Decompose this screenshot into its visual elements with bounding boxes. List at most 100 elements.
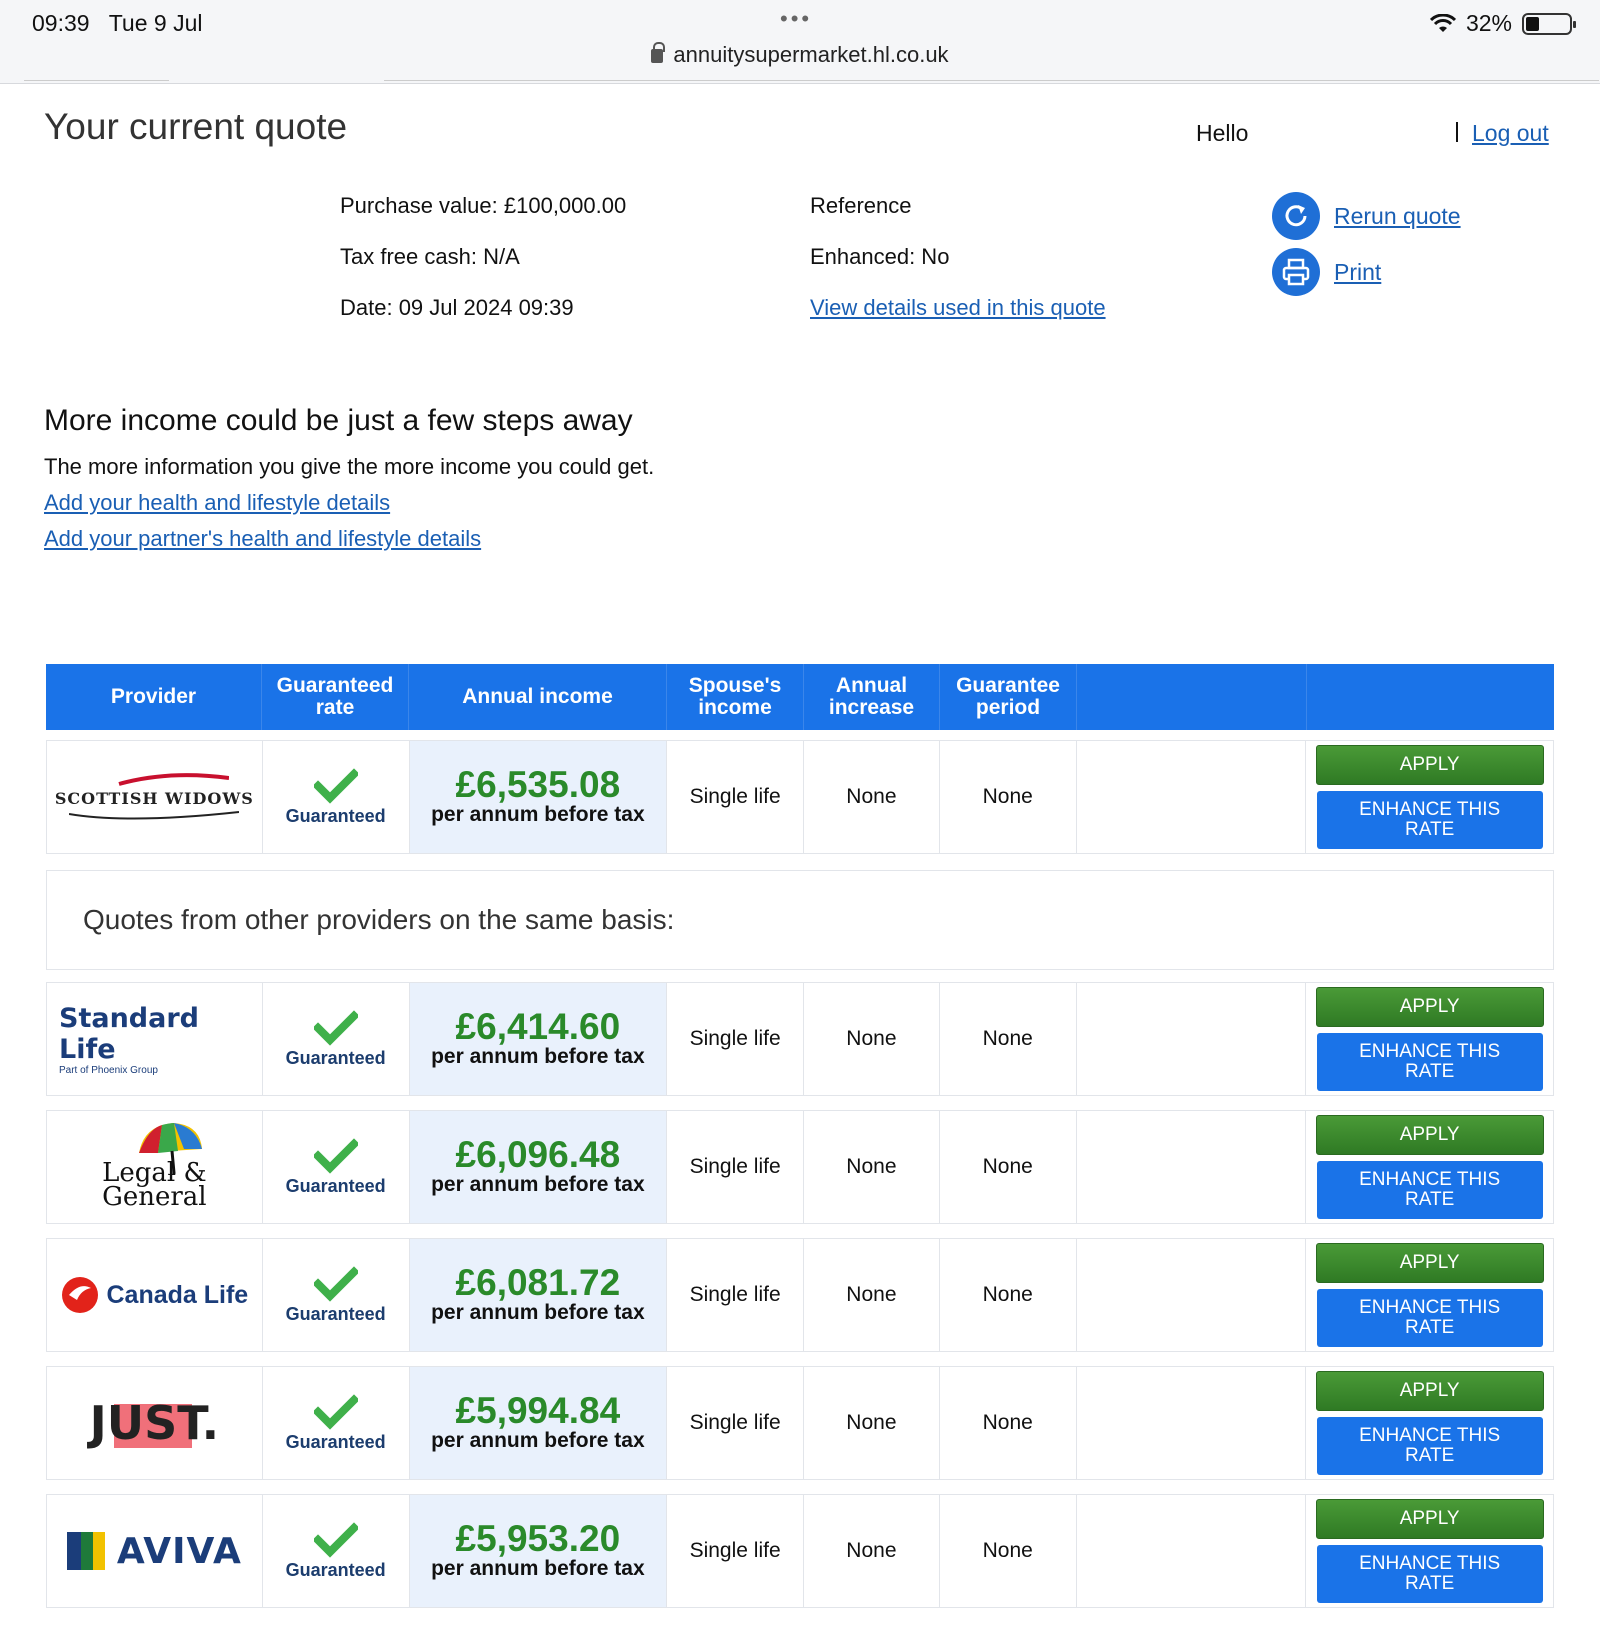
annual-income-amount: £6,535.08: [455, 764, 621, 805]
annual-income-amount: £6,081.72: [455, 1262, 621, 1303]
blank-cell: [1077, 1495, 1307, 1607]
per-annum-label: per annum before tax: [431, 1173, 645, 1196]
apply-button[interactable]: APPLY: [1315, 1115, 1544, 1155]
guarantee-period-cell: None: [940, 741, 1077, 853]
provider-cell: AVIVA: [47, 1495, 263, 1607]
logout-link[interactable]: Log out: [1472, 120, 1549, 147]
enhanced-status: Enhanced: No: [810, 244, 950, 269]
status-indicators: 32%: [1429, 10, 1576, 37]
rerun-quote-link[interactable]: Rerun quote: [1334, 203, 1461, 230]
header-annual-income: Annual income: [409, 664, 667, 730]
enhance-rate-button[interactable]: ENHANCE THIS RATE: [1316, 1545, 1543, 1603]
reference: Reference: [810, 193, 912, 218]
per-annum-label: per annum before tax: [431, 803, 645, 826]
quotes-table-header: Provider Guaranteed rate Annual income S…: [46, 664, 1554, 730]
guaranteed-cell: Guaranteed: [263, 1239, 410, 1351]
guaranteed-label: Guaranteed: [285, 1559, 386, 1580]
provider-subtitle: Part of Phoenix Group: [59, 1064, 158, 1076]
header-guarantee-period: Guarantee period: [940, 664, 1077, 730]
status-time: 09:39 Tue 9 Jul: [32, 10, 203, 36]
provider-name: JUST.: [89, 1396, 220, 1450]
standard-life-logo: Standard Life Part of Phoenix Group: [47, 983, 262, 1095]
other-providers-heading: Quotes from other providers on the same …: [46, 870, 1554, 970]
header-annual-increase: Annual increase: [804, 664, 940, 730]
tab-strip: [24, 80, 1599, 86]
url-bar[interactable]: annuitysupermarket.hl.co.uk: [0, 42, 1600, 68]
purchase-value: Purchase value: £100,000.00: [340, 193, 627, 218]
actions-cell: APPLY ENHANCE THIS RATE: [1306, 983, 1553, 1095]
promo-text: The more information you give the more i…: [44, 454, 655, 479]
print-action[interactable]: Print: [1272, 248, 1381, 296]
apply-button[interactable]: APPLY: [1315, 745, 1544, 785]
guaranteed-label: Guaranteed: [285, 1047, 386, 1068]
spouse-income-cell: Single life: [667, 1111, 804, 1223]
enhance-rate-button[interactable]: ENHANCE THIS RATE: [1316, 1033, 1543, 1091]
blank-cell: [1077, 1239, 1307, 1351]
view-details-link[interactable]: View details used in this quote: [810, 295, 1106, 320]
refresh-icon: [1272, 192, 1320, 240]
provider-cell: JUST.: [47, 1367, 263, 1479]
blank-cell: [1077, 1367, 1307, 1479]
blank-cell: [1077, 741, 1307, 853]
annual-income-amount: £5,994.84: [455, 1390, 621, 1431]
quote-row-3: Legal & General Guaranteed £6,096.48 per…: [46, 1110, 1554, 1224]
per-annum-label: per annum before tax: [431, 1429, 645, 1452]
header-spouse-income: Spouse's income: [667, 664, 804, 730]
annual-income-cell: £6,096.48 per annum before tax: [409, 1111, 668, 1223]
apply-button[interactable]: APPLY: [1315, 1371, 1544, 1411]
annual-income-cell: £6,081.72 per annum before tax: [409, 1239, 668, 1351]
provider-cell: SCOTTISH WIDOWS: [47, 741, 263, 853]
check-icon: [313, 1265, 358, 1302]
promo-title: More income could be just a few steps aw…: [44, 404, 633, 437]
annual-income-amount: £6,096.48: [455, 1134, 621, 1175]
guaranteed-cell: Guaranteed: [263, 1367, 410, 1479]
apply-button[interactable]: APPLY: [1315, 1499, 1544, 1539]
provider-name: Canada Life: [106, 1280, 249, 1309]
provider-name: Standard Life: [59, 1002, 199, 1065]
print-link[interactable]: Print: [1334, 259, 1381, 286]
enhance-rate-button[interactable]: ENHANCE THIS RATE: [1316, 1161, 1543, 1219]
legal-and-general-logo: Legal & General: [47, 1111, 262, 1223]
enhance-rate-button[interactable]: ENHANCE THIS RATE: [1316, 1417, 1543, 1475]
annual-income-cell: £6,414.60 per annum before tax: [409, 983, 668, 1095]
enhance-rate-button[interactable]: ENHANCE THIS RATE: [1316, 1289, 1543, 1347]
annual-income-cell: £5,953.20 per annum before tax: [409, 1495, 668, 1607]
quote-info-left: Purchase value: £100,000.00 Tax free cas…: [340, 193, 626, 346]
guarantee-period-cell: None: [940, 983, 1077, 1095]
provider-name: SCOTTISH WIDOWS: [54, 789, 254, 808]
actions-cell: APPLY ENHANCE THIS RATE: [1306, 1111, 1553, 1223]
apply-button[interactable]: APPLY: [1315, 987, 1544, 1027]
quote-row-1: SCOTTISH WIDOWS Guaranteed £6,535.08 per…: [46, 740, 1554, 854]
apply-button[interactable]: APPLY: [1315, 1243, 1544, 1283]
add-health-details-link[interactable]: Add your health and lifestyle details: [44, 490, 390, 516]
quote-row-5: JUST. Guaranteed £5,994.84 per annum bef…: [46, 1366, 1554, 1480]
annual-income-cell: £6,535.08 per annum before tax: [409, 741, 668, 853]
check-icon: [313, 767, 358, 804]
per-annum-label: per annum before tax: [431, 1301, 645, 1324]
guaranteed-label: Guaranteed: [285, 1175, 386, 1196]
tax-free-cash: Tax free cash: N/A: [340, 244, 520, 269]
per-annum-label: per annum before tax: [431, 1557, 645, 1580]
enhance-rate-button[interactable]: ENHANCE THIS RATE: [1316, 791, 1543, 849]
canada-life-emblem-icon: [61, 1277, 98, 1313]
just-logo: JUST.: [47, 1367, 262, 1479]
guaranteed-cell: Guaranteed: [263, 1111, 410, 1223]
guaranteed-cell: Guaranteed: [263, 983, 410, 1095]
rerun-quote-action[interactable]: Rerun quote: [1272, 192, 1461, 240]
greeting: Hello: [1196, 120, 1249, 146]
browser-top-bar: 09:39 Tue 9 Jul ••• 32% annuitysupermark…: [0, 0, 1600, 84]
annual-increase-cell: None: [804, 1367, 940, 1479]
provider-cell: Canada Life: [47, 1239, 263, 1351]
canada-life-logo: Canada Life: [47, 1239, 262, 1351]
annual-increase-cell: None: [804, 1111, 940, 1223]
aviva-emblem-icon: [66, 1532, 105, 1570]
page-title: Your current quote: [44, 106, 348, 147]
guaranteed-cell: Guaranteed: [263, 1495, 410, 1607]
header-actions: [1307, 664, 1554, 730]
guaranteed-cell: Guaranteed: [263, 741, 410, 853]
annual-increase-cell: None: [804, 741, 940, 853]
annual-increase-cell: None: [804, 1495, 940, 1607]
more-dots-icon[interactable]: •••: [780, 6, 812, 32]
add-partner-health-details-link[interactable]: Add your partner's health and lifestyle …: [44, 526, 481, 552]
guaranteed-label: Guaranteed: [285, 1431, 386, 1452]
